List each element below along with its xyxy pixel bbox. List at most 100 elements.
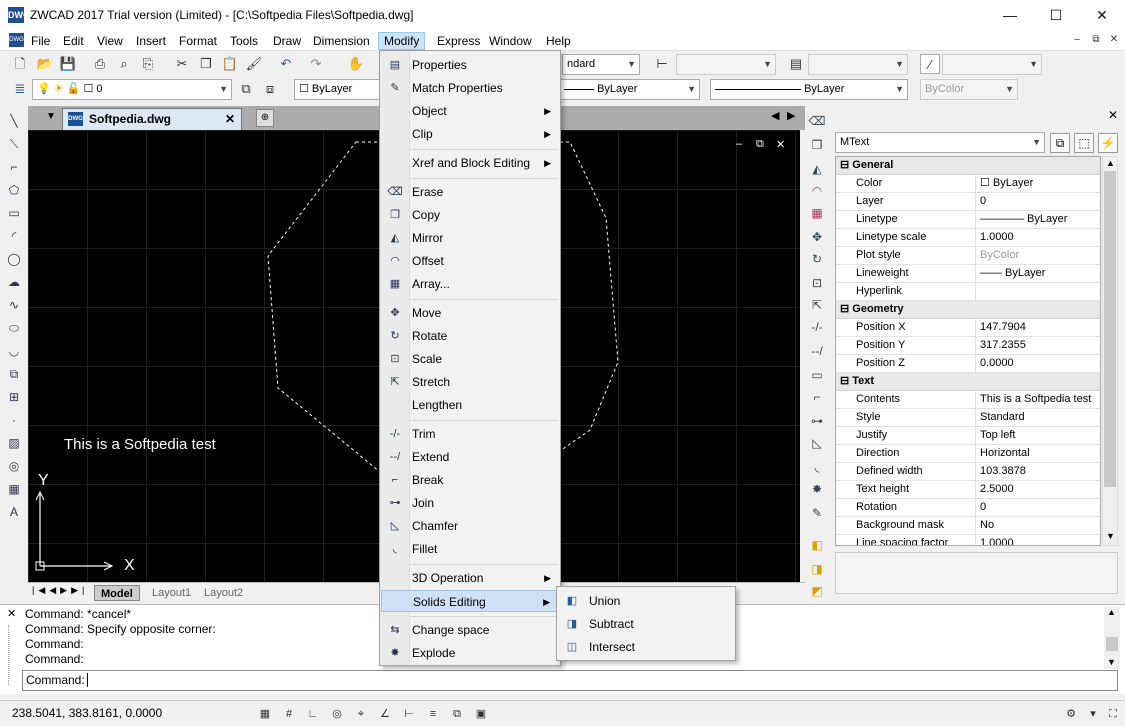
- menu-item-move[interactable]: ✥ Move: [381, 302, 559, 324]
- point-icon[interactable]: ·: [5, 411, 23, 429]
- fillet-tool-icon[interactable]: ◟: [808, 458, 826, 476]
- tab-layout1[interactable]: Layout1: [146, 585, 197, 601]
- match-prop-icon[interactable]: 🖌: [244, 54, 264, 74]
- menu-item-match-properties[interactable]: ✎ Match Properties: [381, 77, 559, 99]
- table-style-select[interactable]: ▼: [808, 54, 908, 75]
- property-row[interactable]: Direction Horizontal: [836, 445, 1100, 463]
- tpy-icon[interactable]: ⧉: [448, 705, 466, 723]
- menu-item-clip[interactable]: Clip ▶: [381, 123, 559, 145]
- mtext-object[interactable]: This is a Softpedia test: [64, 436, 216, 453]
- collapse-icon[interactable]: ⊟: [840, 303, 852, 315]
- menu-item-solids-editing[interactable]: Solids Editing ▶: [381, 590, 559, 612]
- draw-order-back-icon[interactable]: ◨: [808, 560, 826, 578]
- scale-tool-icon[interactable]: ⊡: [808, 274, 826, 292]
- collapse-icon[interactable]: ⊟: [840, 375, 852, 387]
- lineweight-display-icon[interactable]: ≡: [424, 705, 442, 723]
- menu-format[interactable]: Format: [174, 32, 222, 50]
- viewport-close-icon[interactable]: ✕: [776, 138, 785, 151]
- category-geometry[interactable]: ⊟ Geometry: [836, 301, 1100, 319]
- menu-edit[interactable]: Edit: [58, 32, 89, 50]
- menu-item-scale[interactable]: ⊡ Scale: [381, 348, 559, 370]
- menu-item-properties[interactable]: ▤ Properties: [381, 54, 559, 76]
- property-row[interactable]: Position X 147.7904: [836, 319, 1100, 337]
- mdi-close-icon[interactable]: ✕: [1107, 33, 1121, 47]
- property-row[interactable]: Justify Top left: [836, 427, 1100, 445]
- rotate-tool-icon[interactable]: ↻: [808, 250, 826, 268]
- copy-clip-icon[interactable]: ❐: [196, 54, 216, 74]
- menu-modify[interactable]: Modify: [378, 32, 426, 50]
- maximize-button[interactable]: ☐: [1033, 0, 1079, 30]
- new-icon[interactable]: 🗋: [10, 54, 30, 74]
- collapse-icon[interactable]: ⊟: [840, 159, 852, 171]
- menu-item-explode[interactable]: ✸ Explode: [381, 642, 559, 664]
- menu-item-fillet[interactable]: ◟ Fillet: [381, 538, 559, 560]
- insert-block-icon[interactable]: ⧉: [5, 365, 23, 383]
- palette-close-icon[interactable]: ✕: [1108, 108, 1118, 122]
- property-value[interactable]: 147.7904: [978, 319, 1100, 337]
- property-row[interactable]: Line spacing factor 1.0000: [836, 535, 1100, 545]
- menu-item-extend[interactable]: --/ Extend: [381, 446, 559, 468]
- menu-item-union[interactable]: ◧ Union: [558, 590, 734, 612]
- menu-item-copy[interactable]: ❐ Copy: [381, 204, 559, 226]
- tab-scroll-right-icon[interactable]: ▶: [787, 109, 795, 122]
- color-select[interactable]: ☐ ByLayer: [294, 79, 380, 100]
- pan-icon[interactable]: ✋: [346, 54, 366, 74]
- cut-icon[interactable]: ✂: [172, 54, 192, 74]
- object-type-select[interactable]: MText ▼: [835, 132, 1045, 153]
- ellipse-arc-icon[interactable]: ◡: [5, 342, 23, 360]
- category-general[interactable]: ⊟ General: [836, 157, 1100, 175]
- dim-style-icon[interactable]: ⊢: [652, 54, 672, 74]
- menu-item-xref-and-block-editing[interactable]: Xref and Block Editing ▶: [381, 152, 559, 174]
- explode-tool-icon[interactable]: ✸: [808, 480, 826, 498]
- properties-scrollbar[interactable]: ▲ ▼: [1102, 156, 1118, 546]
- menu-express[interactable]: Express: [432, 32, 485, 50]
- paste-icon[interactable]: 📋: [220, 54, 240, 74]
- layer-select[interactable]: 💡 ☀ 🔓 ☐ 0 ▼: [32, 79, 232, 100]
- edit-tool-icon[interactable]: ✎: [808, 504, 826, 522]
- move-tool-icon[interactable]: ✥: [808, 228, 826, 246]
- ortho-icon[interactable]: ∟: [304, 705, 322, 723]
- property-value[interactable]: 2.5000: [978, 481, 1100, 499]
- property-value[interactable]: Horizontal: [978, 445, 1100, 463]
- menu-item-break[interactable]: ⌐ Break: [381, 469, 559, 491]
- menu-item-intersect[interactable]: ◫ Intersect: [558, 636, 734, 658]
- property-value[interactable]: 1.0000: [978, 535, 1100, 545]
- make-current-layer-icon[interactable]: ⧉: [236, 79, 256, 99]
- viewport-restore-icon[interactable]: ⧉: [756, 138, 764, 151]
- menu-item-change-space[interactable]: ⇆ Change space: [381, 619, 559, 641]
- trim-tool-icon[interactable]: -/-: [808, 318, 826, 336]
- line-icon[interactable]: ╲: [5, 112, 23, 130]
- undo-icon[interactable]: ↶: [276, 54, 296, 74]
- copy-tool-icon[interactable]: ❐: [808, 136, 826, 154]
- tab-scroll-left-icon[interactable]: ◀: [771, 109, 779, 122]
- menu-item-array[interactable]: ▦ Array...: [381, 273, 559, 295]
- hatch-icon[interactable]: ▨: [5, 434, 23, 452]
- text-style-select[interactable]: ndard ▼: [562, 54, 640, 75]
- tab-model[interactable]: Model: [94, 585, 140, 601]
- chamfer-tool-icon[interactable]: ◺: [808, 434, 826, 452]
- property-row[interactable]: Style Standard: [836, 409, 1100, 427]
- menu-dimension[interactable]: Dimension: [308, 32, 375, 50]
- menu-file[interactable]: File: [26, 32, 55, 50]
- tab-softpedia-dwg[interactable]: DWG Softpedia.dwg ✕: [62, 108, 242, 130]
- property-row[interactable]: Defined width 103.3878: [836, 463, 1100, 481]
- table-style-icon[interactable]: ▤: [786, 54, 806, 74]
- polygon-icon[interactable]: ⬠: [5, 181, 23, 199]
- menu-help[interactable]: Help: [541, 32, 576, 50]
- property-row[interactable]: Position Z 0.0000: [836, 355, 1100, 373]
- toggle-pickadd-icon[interactable]: ⧉: [1050, 133, 1070, 153]
- draw-order-front-icon[interactable]: ◧: [808, 536, 826, 554]
- array-tool-icon[interactable]: ▦: [808, 204, 826, 222]
- menu-item-chamfer[interactable]: ◺ Chamfer: [381, 515, 559, 537]
- offset-tool-icon[interactable]: ◠: [808, 182, 826, 200]
- property-row[interactable]: Layer 0: [836, 193, 1100, 211]
- property-value[interactable]: 103.3878: [978, 463, 1100, 481]
- layer-manager-icon[interactable]: ≣: [10, 79, 30, 99]
- property-row[interactable]: Text height 2.5000: [836, 481, 1100, 499]
- menu-view[interactable]: View: [92, 32, 128, 50]
- revcloud-icon[interactable]: ☁: [5, 273, 23, 291]
- dyn-icon[interactable]: ⊢: [400, 705, 418, 723]
- linetype-select[interactable]: ByLayer ▼: [560, 79, 700, 100]
- mdi-minimize-icon[interactable]: –: [1070, 33, 1084, 47]
- make-block-icon[interactable]: ⊞: [5, 388, 23, 406]
